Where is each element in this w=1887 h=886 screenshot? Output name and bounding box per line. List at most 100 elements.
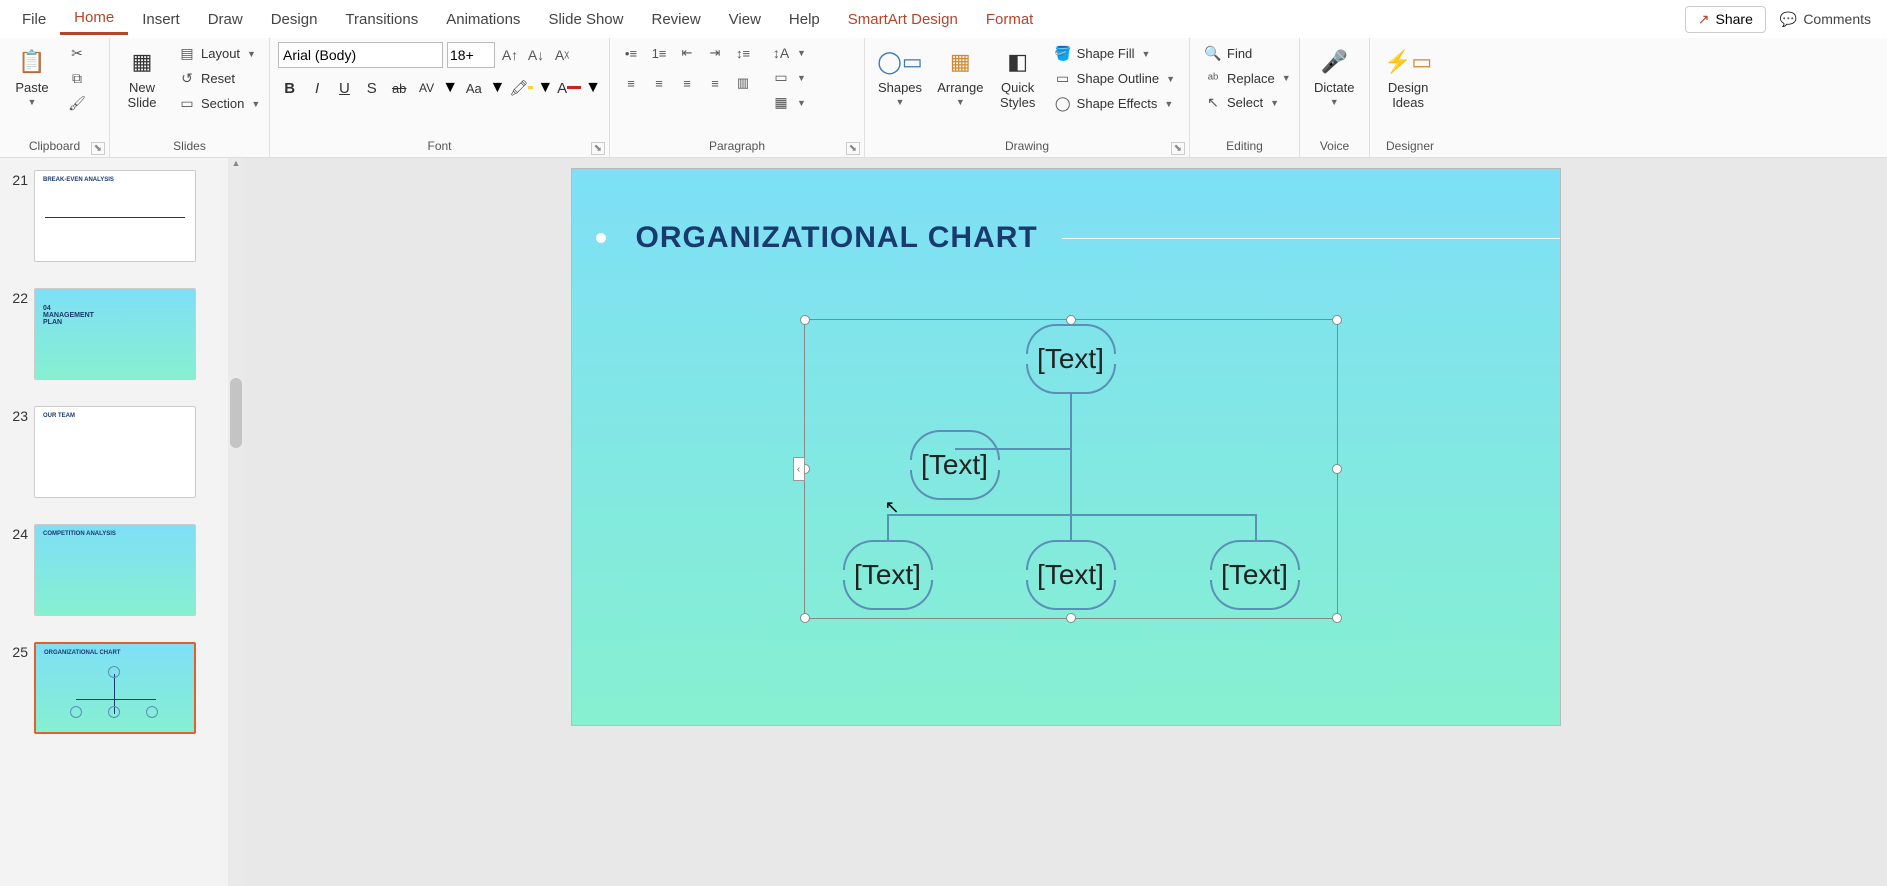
resize-handle[interactable] (800, 315, 810, 325)
shrink-font-button[interactable]: A↓ (525, 44, 547, 66)
shape-outline-button[interactable]: ▭Shape Outline▼ (1048, 67, 1181, 90)
justify-button[interactable]: ≡ (702, 72, 728, 94)
numbering-button[interactable]: 1≡ (646, 42, 672, 64)
shapes-button[interactable]: ◯▭Shapes▼ (873, 42, 927, 111)
change-case-button[interactable]: Aa (462, 76, 485, 100)
font-family-select[interactable] (278, 42, 443, 68)
slide-panel-scrollbar[interactable]: ▲ (228, 158, 244, 886)
strike-button[interactable]: ab (388, 76, 411, 100)
smartart-text-pane-toggle[interactable]: ‹ (793, 457, 805, 481)
highlight-button[interactable]: 🖍 (509, 76, 533, 100)
find-button[interactable]: 🔍Find (1198, 42, 1297, 65)
dictate-button[interactable]: 🎤Dictate▼ (1308, 42, 1360, 111)
org-node-child-3[interactable]: [Text] (1210, 540, 1300, 610)
comments-button[interactable]: 💬 Comments (1772, 7, 1879, 32)
bullets-button[interactable]: •≡ (618, 42, 644, 64)
arrange-icon: ▦ (950, 46, 971, 78)
menu-review[interactable]: Review (637, 5, 714, 34)
org-connector (1255, 514, 1257, 540)
align-center-button[interactable]: ≡ (646, 72, 672, 94)
decrease-indent-button[interactable]: ⇤ (674, 42, 700, 64)
chevron-down-icon: ▼ (28, 97, 37, 107)
menu-insert[interactable]: Insert (128, 5, 194, 34)
slide-title-row: ORGANIZATIONAL CHART (596, 221, 1560, 255)
increase-indent-button[interactable]: ⇥ (702, 42, 728, 64)
slide-thumb-23[interactable]: 23 OUR TEAM (0, 400, 244, 518)
align-right-button[interactable]: ≡ (674, 72, 700, 94)
new-slide-button[interactable]: ▦ New Slide (118, 42, 166, 114)
layout-icon: ▤ (178, 45, 196, 62)
org-node-child-1[interactable]: [Text] (843, 540, 933, 610)
slide-thumb-22[interactable]: 22 04 MANAGEMENT PLAN (0, 282, 244, 400)
line-spacing-button[interactable]: ↕≡ (730, 42, 756, 64)
grow-font-button[interactable]: A↑ (499, 44, 521, 66)
slide-thumbnail-panel[interactable]: 21 BREAK-EVEN ANALYSIS 22 04 MANAGEMENT … (0, 158, 244, 886)
menu-view[interactable]: View (715, 5, 775, 34)
menu-draw[interactable]: Draw (194, 5, 257, 34)
slide-editor[interactable]: ORGANIZATIONAL CHART ‹ (244, 158, 1887, 886)
paste-button[interactable]: 📋 Paste ▼ (8, 42, 56, 111)
reset-button[interactable]: ↺Reset (172, 67, 266, 90)
menu-slideshow[interactable]: Slide Show (534, 5, 637, 34)
menu-design[interactable]: Design (257, 5, 332, 34)
format-painter-button[interactable]: 🖌 (62, 92, 92, 115)
section-button[interactable]: ▭Section▼ (172, 92, 266, 115)
columns-button[interactable]: ▥ (730, 72, 756, 94)
bold-button[interactable]: B (278, 76, 301, 100)
arrange-button[interactable]: ▦Arrange▼ (933, 42, 988, 111)
select-button[interactable]: ↖Select▼ (1198, 91, 1297, 114)
underline-button[interactable]: U (333, 76, 356, 100)
align-text-button[interactable]: ▭▼ (766, 66, 812, 89)
menu-transitions[interactable]: Transitions (331, 5, 432, 34)
fill-icon: 🪣 (1054, 45, 1072, 62)
menu-animations[interactable]: Animations (432, 5, 534, 34)
smartart-selection[interactable]: ‹ [Text] [Text] [T (804, 319, 1338, 619)
resize-handle[interactable] (800, 613, 810, 623)
effects-icon: ◯ (1054, 95, 1072, 112)
menu-format[interactable]: Format (972, 5, 1048, 34)
resize-handle[interactable] (1066, 613, 1076, 623)
slide-canvas[interactable]: ORGANIZATIONAL CHART ‹ (571, 168, 1561, 726)
text-direction-icon: ↕A (772, 45, 790, 61)
org-node-child-2[interactable]: [Text] (1026, 540, 1116, 610)
font-color-button[interactable]: A (557, 76, 581, 100)
text-direction-button[interactable]: ↕A▼ (766, 42, 812, 64)
resize-handle[interactable] (1332, 315, 1342, 325)
menu-help[interactable]: Help (775, 5, 834, 34)
font-size-select[interactable] (447, 42, 495, 68)
slide-title[interactable]: ORGANIZATIONAL CHART (636, 221, 1038, 255)
clipboard-group-label: Clipboard (8, 137, 101, 157)
org-connector (1070, 514, 1072, 540)
shadow-button[interactable]: S (360, 76, 383, 100)
replace-button[interactable]: ᵃᵇReplace▼ (1198, 67, 1297, 89)
designer-group-label: Designer (1378, 137, 1442, 157)
shape-fill-button[interactable]: 🪣Shape Fill▼ (1048, 42, 1181, 65)
quick-styles-button[interactable]: ◧Quick Styles (994, 42, 1042, 114)
clear-format-button[interactable]: Aᵡ (551, 44, 573, 66)
org-node-root[interactable]: [Text] (1026, 324, 1116, 394)
org-node-assistant[interactable]: [Text] (910, 430, 1000, 500)
shape-effects-button[interactable]: ◯Shape Effects▼ (1048, 92, 1181, 115)
layout-button[interactable]: ▤Layout▼ (172, 42, 266, 65)
share-button[interactable]: ↗ Share (1685, 6, 1766, 33)
slide-thumb-24[interactable]: 24 COMPETITION ANALYSIS (0, 518, 244, 636)
resize-handle[interactable] (1332, 464, 1342, 474)
char-spacing-button[interactable]: AV (415, 76, 438, 100)
copy-icon: ⧉ (68, 70, 86, 87)
menu-home[interactable]: Home (60, 3, 128, 35)
italic-button[interactable]: I (305, 76, 328, 100)
menu-file[interactable]: File (8, 5, 60, 34)
align-left-button[interactable]: ≡ (618, 72, 644, 94)
scrollbar-thumb[interactable] (230, 378, 242, 448)
menu-smartart-design[interactable]: SmartArt Design (834, 5, 972, 34)
slide-thumb-21[interactable]: 21 BREAK-EVEN ANALYSIS (0, 164, 244, 282)
design-ideas-button[interactable]: ⚡▭Design Ideas (1378, 42, 1438, 114)
outline-icon: ▭ (1054, 70, 1072, 87)
resize-handle[interactable] (1332, 613, 1342, 623)
cut-button[interactable]: ✂ (62, 42, 92, 65)
convert-smartart-button[interactable]: ▦▼ (766, 91, 812, 114)
slide-number: 21 (6, 170, 28, 188)
copy-button[interactable]: ⧉ (62, 67, 92, 90)
slide-thumb-25[interactable]: 25 ORGANIZATIONAL CHART (0, 636, 244, 754)
org-connector (887, 514, 1257, 516)
